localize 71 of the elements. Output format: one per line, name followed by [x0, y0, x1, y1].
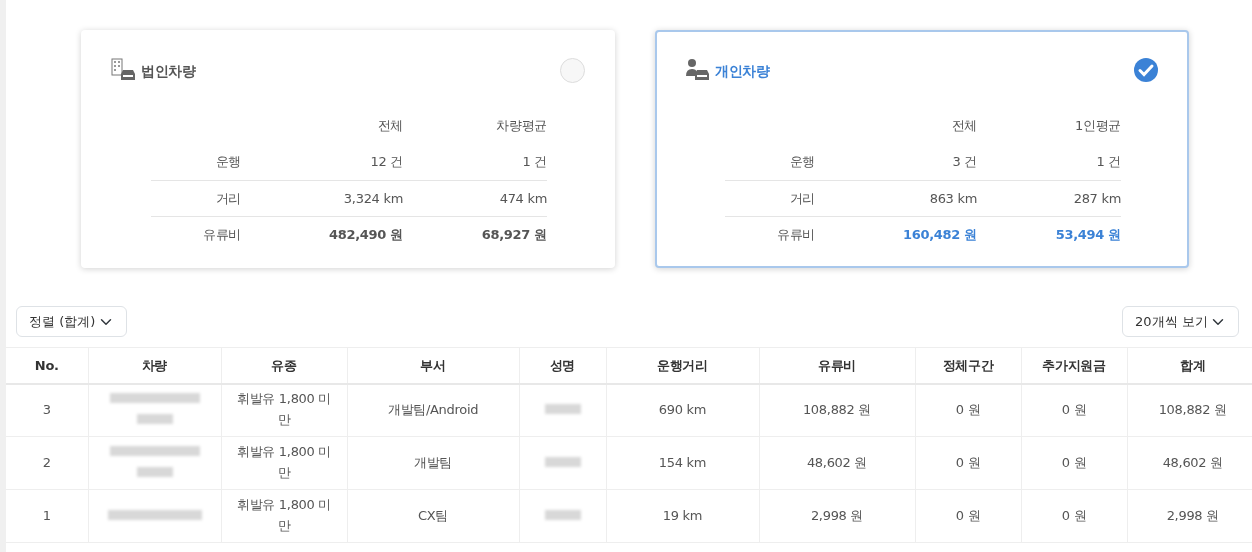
- table-cell: 3: [6, 383, 88, 437]
- column-header: 합계: [1127, 347, 1252, 384]
- stat-value: 1 건: [521, 153, 547, 172]
- table-cell: 108,882 원: [759, 383, 915, 437]
- radio-circle[interactable]: [560, 57, 585, 83]
- stat-value: 160,482 원: [901, 225, 977, 244]
- column-header: 차량평균: [495, 117, 547, 136]
- table-cell: 154 km: [606, 436, 759, 490]
- blurred-text: [136, 414, 173, 425]
- table-cell: 1: [6, 489, 88, 543]
- stat-value: 863 km: [928, 189, 977, 208]
- page-size-select[interactable]: 20개씩 보기: [1122, 306, 1239, 337]
- table-cell: 2,998 원: [1127, 489, 1252, 543]
- table-cell: 0 원: [915, 489, 1021, 543]
- table-cell: CX팀: [347, 489, 519, 543]
- stat-value: 482,490 원: [327, 225, 403, 244]
- table-cell: 0 원: [915, 436, 1021, 490]
- column-header: 운행거리: [606, 347, 759, 384]
- building-car-icon: [111, 58, 137, 82]
- table-cell: 108,882 원: [1127, 383, 1252, 437]
- card-title: 개인차량: [715, 62, 770, 81]
- table-cell: 개발팀: [347, 436, 519, 490]
- column-header: 전체: [950, 117, 977, 136]
- table-cell: 0 원: [1021, 436, 1127, 490]
- table-cell: 2,998 원: [759, 489, 915, 543]
- column-header: 성명: [519, 347, 606, 384]
- blurred-text: [544, 509, 581, 520]
- column-header: No.: [6, 347, 88, 384]
- stat-value: 12 건: [369, 153, 403, 172]
- table-cell: 48,602 원: [1127, 436, 1252, 490]
- table-cell: 0 원: [1021, 383, 1127, 437]
- stat-value: 68,927 원: [480, 225, 547, 244]
- blurred-text: [544, 403, 581, 414]
- vehicle-card[interactable]: 법인차량 전체 차량평균 운행 12 건 1 건 거리 3,324 km 474 km 유류비 482,490 원 68,927 원: [81, 30, 615, 268]
- table-cell: 0 원: [915, 383, 1021, 437]
- column-header: 전체: [376, 117, 403, 136]
- table-cell: 2: [6, 436, 88, 490]
- stat-value: 1 건: [1095, 153, 1121, 172]
- column-header: 1인평균: [1073, 117, 1121, 136]
- blurred-text: [136, 467, 173, 477]
- table-cell: 690 km: [606, 383, 759, 437]
- table-cell: 휘발유 1,800 미만: [221, 383, 347, 437]
- row-label: 운행: [214, 153, 241, 172]
- stat-value: 3,324 km: [342, 189, 403, 208]
- column-header: 차량: [88, 347, 221, 384]
- column-header: 정체구간: [915, 347, 1021, 384]
- column-header: 유류비: [759, 347, 915, 384]
- stat-value: 53,494 원: [1054, 225, 1121, 244]
- blurred-text: [544, 456, 581, 467]
- table-cell: 48,602 원: [759, 436, 915, 490]
- table-cell: 0 원: [1021, 489, 1127, 543]
- table-cell: 휘발유 1,800 미만: [221, 436, 347, 490]
- row-label: 운행: [788, 153, 815, 172]
- card-title: 법인차량: [141, 62, 196, 81]
- stat-value: 287 km: [1072, 189, 1121, 208]
- table-cell: 개발팀/Android: [347, 383, 519, 437]
- table-cell: 19 km: [606, 489, 759, 543]
- vehicle-card[interactable]: 개인차량 전체 1인평균 운행 3 건 1 건 거리 863 km 287 km 유류비 160,482 원 53,494 원: [655, 30, 1189, 268]
- row-label: 거리: [788, 189, 815, 208]
- column-header: 추가지원금: [1021, 347, 1127, 384]
- table-cell: 휘발유 1,800 미만: [221, 489, 347, 543]
- sort-select[interactable]: 정렬 (합계): [16, 306, 127, 337]
- row-label: 유류비: [775, 225, 815, 244]
- stat-value: 474 km: [498, 189, 547, 208]
- column-header: 유종: [221, 347, 347, 384]
- column-header: 부서: [347, 347, 519, 384]
- row-label: 거리: [214, 189, 241, 208]
- person-car-icon: [685, 58, 711, 82]
- row-label: 유류비: [201, 225, 241, 244]
- stat-value: 3 건: [951, 153, 977, 172]
- check-icon[interactable]: [1133, 57, 1159, 83]
